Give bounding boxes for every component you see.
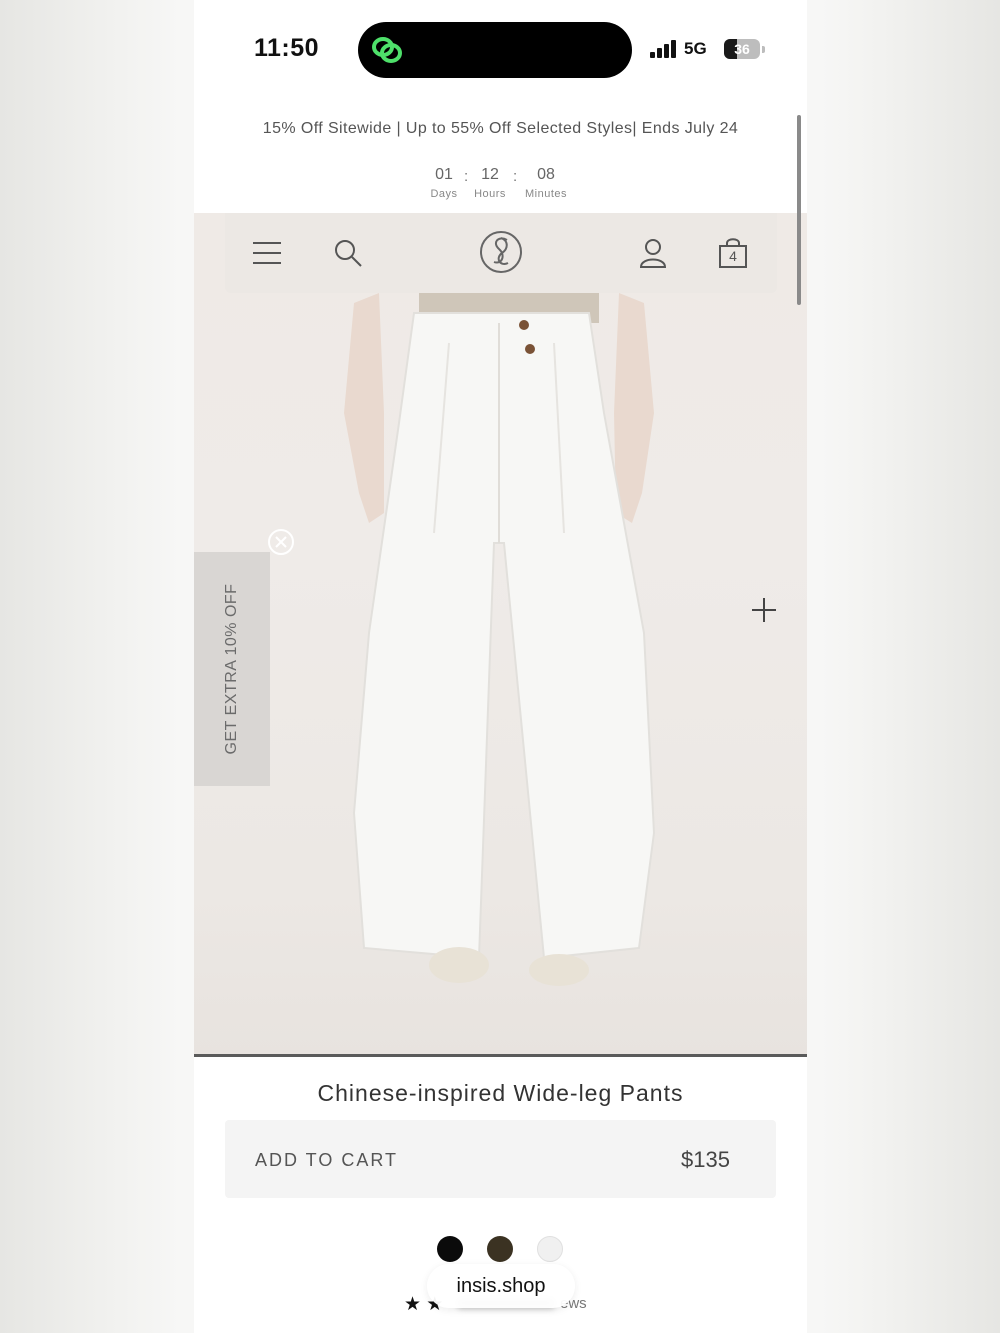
countdown-minutes: 08 Minutes (516, 166, 576, 200)
close-icon[interactable] (267, 528, 295, 556)
countdown-value: 08 (537, 166, 555, 183)
battery-tip (762, 46, 765, 53)
dynamic-island (358, 22, 632, 78)
product-photo (344, 293, 656, 986)
countdown-value: 12 (481, 166, 499, 183)
status-time: 11:50 (254, 34, 320, 62)
top-navbar: 4 (225, 213, 777, 293)
product-price: $135 (681, 1147, 730, 1172)
hero-divider (194, 1054, 807, 1057)
product-hero-image[interactable] (194, 213, 807, 1056)
add-to-cart-button[interactable]: ADD TO CART $135 (225, 1120, 776, 1198)
side-promo-tab[interactable]: GET EXTRA 10% OFF (194, 552, 270, 786)
plus-icon[interactable] (750, 596, 778, 624)
countdown-label: Hours (474, 188, 506, 200)
search-icon[interactable] (330, 235, 366, 271)
battery-level: 36 (734, 41, 750, 57)
link-icon (372, 37, 402, 63)
network-label: 5G (684, 39, 707, 58)
browser-domain-pill[interactable]: insis.shop (427, 1264, 575, 1308)
menu-icon[interactable] (249, 235, 285, 271)
cart-button[interactable]: 4 (715, 235, 751, 271)
account-icon[interactable] (635, 235, 671, 271)
countdown-label: Minutes (524, 188, 568, 200)
cart-count: 4 (729, 248, 737, 264)
promo-banner[interactable]: 15% Off Sitewide | Up to 55% Off Selecte… (194, 120, 807, 138)
brand-logo[interactable] (478, 229, 524, 275)
add-to-cart-label: ADD TO CART (255, 1150, 399, 1170)
color-swatch-brown[interactable] (487, 1236, 513, 1262)
countdown-timer: 01 Days : 12 Hours : 08 Minutes (194, 166, 807, 206)
scrollbar[interactable] (797, 115, 801, 305)
signal-icon (650, 40, 676, 58)
side-promo-text: GET EXTRA 10% OFF (223, 583, 240, 755)
battery-icon: 36 (724, 39, 760, 59)
product-title: Chinese-inspired Wide-leg Pants (317, 1080, 684, 1106)
color-swatch-white[interactable] (537, 1236, 563, 1262)
countdown-hours: 12 Hours (460, 166, 520, 200)
color-swatch-black[interactable] (437, 1236, 463, 1262)
phone-screen: 11:50 5G 36 15% Off Sitewide | Up to 55%… (194, 0, 807, 1333)
